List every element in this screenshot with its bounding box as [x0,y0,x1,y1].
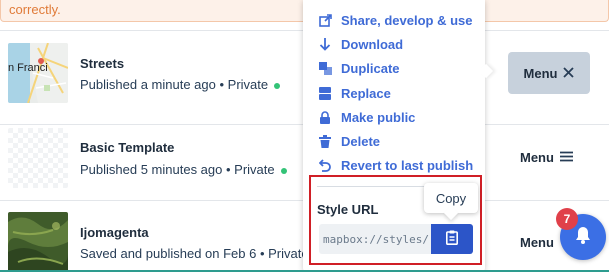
menu-item-label: Share, develop & use [341,12,473,28]
style-meta: Published 5 minutes ago • Private [80,162,287,177]
menu-item-make-public[interactable]: Make public [317,105,473,129]
style-meta: Published a minute ago • Private [80,77,281,92]
style-menu-button[interactable]: Menu [520,150,573,165]
menu-button-label: Menu [520,235,554,250]
style-name[interactable]: Streets [80,56,124,71]
menu-item-duplicate[interactable]: Duplicate [317,57,473,81]
external-link-icon [317,13,333,27]
status-dot [280,167,287,174]
style-meta-text: Published 5 minutes ago • Private [80,162,275,177]
style-meta-text: Saved and published on Feb 6 • Private [80,246,309,261]
menu-button-label: Menu [520,150,554,165]
hamburger-icon [559,150,573,165]
style-name[interactable]: Ijomagenta [80,225,149,240]
status-dot [274,82,281,89]
lock-icon [317,110,333,124]
menu-item-download[interactable]: Download [317,32,473,56]
style-url-input[interactable] [319,224,431,254]
revert-icon [317,159,333,173]
style-menu-button-active[interactable]: Menu [508,52,590,94]
menu-item-label: Duplicate [341,61,400,77]
clipboard-icon [446,230,458,248]
style-meta-text: Published a minute ago • Private [80,77,269,92]
banner-text: correctly. [9,2,61,17]
menu-item-label: Download [341,36,404,52]
style-meta: Saved and published on Feb 6 • Private [80,246,321,261]
style-thumbnail-ijomagenta[interactable] [8,212,68,272]
close-icon [563,66,575,81]
menu-item-replace[interactable]: Replace [317,81,473,105]
menu-item-delete[interactable]: Delete [317,129,473,153]
style-menu-button[interactable]: Menu [520,235,554,250]
style-name[interactable]: Basic Template [80,140,174,155]
trash-icon [317,135,333,149]
copy-button[interactable] [431,224,473,254]
duplicate-icon [317,62,333,76]
menu-item-share[interactable]: Share, develop & use [317,8,473,32]
replace-icon [317,86,333,100]
copy-tooltip: Copy [424,183,478,213]
style-thumbnail-basic-template[interactable] [8,128,68,188]
bell-icon [575,226,591,249]
menu-button-label: Menu [523,65,558,81]
menu-item-label: Revert to last publish [341,158,474,174]
dropdown-menu-list: Share, develop & use Download Duplicate … [317,8,473,178]
menu-item-label: Delete [341,134,381,150]
notification-badge: 7 [556,208,578,230]
menu-item-label: Make public [341,109,416,125]
style-url-label: Style URL [317,202,379,217]
download-arrow-icon [317,37,333,51]
style-thumbnail-streets[interactable]: n Franci [8,43,68,103]
menu-item-label: Replace [341,85,391,101]
